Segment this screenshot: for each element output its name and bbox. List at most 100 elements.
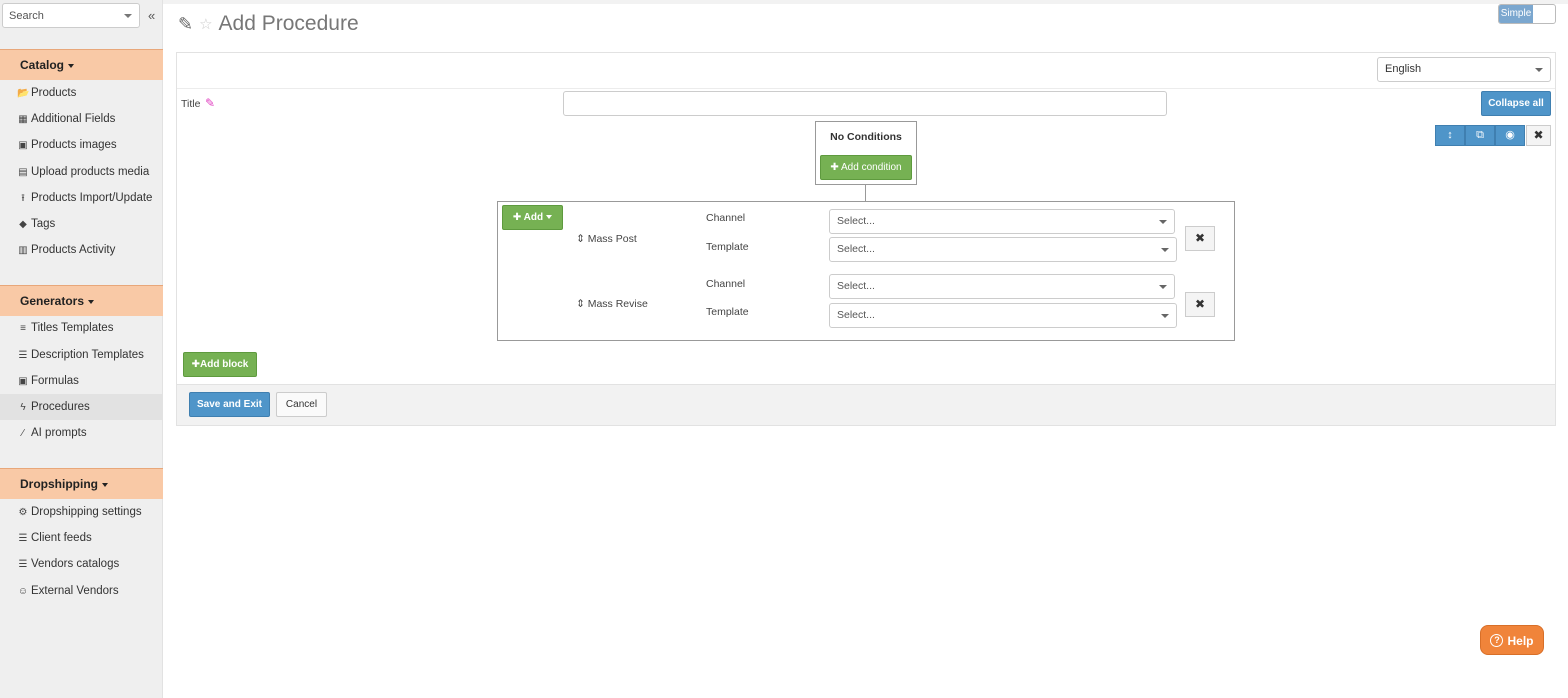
- remove-action-button[interactable]: ✖: [1185, 226, 1215, 251]
- users-icon: ☺: [17, 586, 29, 597]
- sidebar-item-description-templates[interactable]: ☰ Description Templates: [0, 343, 163, 367]
- title-input[interactable]: [563, 91, 1167, 116]
- channel-label: Channel: [706, 212, 746, 224]
- edit-icon: ✎: [178, 13, 194, 34]
- chevron-down-icon: [1161, 248, 1169, 252]
- sidebar-item-label: Products Import/Update: [31, 192, 153, 204]
- section-catalog[interactable]: Catalog: [0, 49, 163, 80]
- close-icon: ✖: [1194, 231, 1206, 245]
- image-icon: ▣: [18, 140, 28, 151]
- channel-select[interactable]: Select...: [829, 209, 1175, 234]
- section-dropshipping-label: Dropshipping: [20, 477, 98, 491]
- photo-upload-icon: ▤: [18, 167, 28, 178]
- sidebar-item-products[interactable]: 📂 Products: [0, 81, 163, 105]
- channel-select-value: Select...: [837, 280, 875, 292]
- add-block-label: Add block: [200, 359, 249, 370]
- caret-down-icon: [546, 215, 553, 220]
- sidebar-item-label: Procedures: [31, 401, 90, 413]
- folder-open-icon: 📂: [17, 88, 30, 99]
- move-vertical-icon[interactable]: ↕: [1435, 125, 1465, 146]
- chevron-down-icon: [1159, 220, 1167, 224]
- list-icon: ☰: [18, 533, 28, 544]
- sidebar-item-vendors-catalogs[interactable]: ☰ Vendors catalogs: [0, 552, 163, 576]
- search-box[interactable]: [2, 3, 140, 28]
- mode-toggle[interactable]: Simple: [1498, 4, 1556, 24]
- sidebar-item-label: Products: [31, 87, 77, 99]
- sidebar-item-additional-fields[interactable]: ▦ Additional Fields: [0, 107, 163, 131]
- add-condition-button[interactable]: ✚ Add condition: [820, 155, 912, 180]
- save-and-exit-button[interactable]: Save and Exit: [189, 392, 270, 417]
- connector-line: [865, 185, 866, 201]
- section-generators-label: Generators: [20, 294, 85, 308]
- sidebar-item-label: Titles Templates: [31, 322, 114, 334]
- sidebar-item-titles-templates[interactable]: ≡ Titles Templates: [0, 316, 163, 340]
- sidebar-item-label: Products Activity: [31, 244, 116, 256]
- chevron-down-icon: [1535, 68, 1543, 72]
- form-footer: [177, 384, 1555, 425]
- template-select-value: Select...: [837, 309, 875, 321]
- sidebar-item-products-import-update[interactable]: ⭱ Products Import/Update: [0, 186, 163, 210]
- sidebar: « Catalog 📂Products ▦Additional Fields ▣…: [0, 0, 163, 698]
- page-header: ✎ ☆ Add Procedure: [178, 10, 359, 38]
- search-input[interactable]: [3, 4, 121, 27]
- template-select[interactable]: Select...: [829, 303, 1177, 328]
- edit-icon[interactable]: ✎: [205, 96, 215, 110]
- sidebar-item-label: Upload products media: [31, 166, 150, 178]
- collapse-sidebar-icon[interactable]: «: [148, 8, 155, 23]
- text-height-icon: ≡: [20, 323, 26, 334]
- action-mass-revise[interactable]: ⇕ Mass Revise: [576, 298, 648, 310]
- close-icon[interactable]: ✖: [1526, 125, 1551, 146]
- template-select-value: Select...: [837, 243, 875, 255]
- sidebar-item-products-images[interactable]: ▣ Products images: [0, 133, 163, 157]
- remove-action-button[interactable]: ✖: [1185, 292, 1215, 317]
- divider: [177, 88, 1555, 89]
- sidebar-item-external-vendors[interactable]: ☺ External Vendors: [0, 579, 163, 603]
- sidebar-item-formulas[interactable]: ▣ Formulas: [0, 369, 163, 393]
- channel-label: Channel: [706, 278, 746, 290]
- language-select[interactable]: English: [1377, 57, 1551, 82]
- help-button[interactable]: ? Help: [1480, 625, 1544, 655]
- conditions-box: No Conditions ✚ Add condition: [815, 121, 917, 185]
- page-title: Add Procedure: [218, 12, 359, 35]
- chevron-down-icon: [1161, 314, 1169, 318]
- template-select[interactable]: Select...: [829, 237, 1177, 262]
- channel-select-value: Select...: [837, 215, 875, 227]
- sidebar-item-label: Additional Fields: [31, 113, 116, 125]
- add-label: Add: [523, 212, 544, 223]
- cogs-icon: ⚙: [18, 507, 28, 518]
- sidebar-item-label: AI prompts: [31, 427, 87, 439]
- list-lines-icon: ☰: [18, 350, 28, 361]
- sidebar-item-tags[interactable]: ◆ Tags: [0, 212, 163, 236]
- sidebar-item-label: External Vendors: [31, 585, 119, 597]
- eye-slash-icon[interactable]: ◉: [1495, 125, 1525, 146]
- block-toolbar: ↕ ⧉ ◉: [1435, 125, 1525, 146]
- copy-icon[interactable]: ⧉: [1465, 125, 1495, 146]
- star-icon[interactable]: ☆: [199, 15, 212, 33]
- magic-wand-icon: ∕: [22, 428, 24, 439]
- sidebar-item-products-activity[interactable]: ▥ Products Activity: [0, 238, 163, 262]
- plus-icon: ✚: [830, 162, 841, 173]
- bar-chart-icon: ▥: [18, 245, 28, 256]
- upload-icon: ⭱: [21, 193, 25, 204]
- sidebar-item-client-feeds[interactable]: ☰ Client feeds: [0, 526, 163, 550]
- sidebar-item-label: Client feeds: [31, 532, 92, 544]
- action-mass-post[interactable]: ⇕ Mass Post: [576, 233, 637, 245]
- section-generators[interactable]: Generators: [0, 285, 163, 316]
- sidebar-item-ai-prompts[interactable]: ∕ AI prompts: [0, 421, 163, 445]
- sidebar-item-upload-products-media[interactable]: ▤ Upload products media: [0, 160, 163, 184]
- add-block-button[interactable]: ✚Add block: [183, 352, 257, 377]
- cancel-button[interactable]: Cancel: [276, 392, 327, 417]
- top-border: [163, 0, 1568, 4]
- channel-select[interactable]: Select...: [829, 274, 1175, 299]
- sidebar-item-procedures[interactable]: ϟ Procedures: [0, 394, 163, 420]
- action-name: Mass Revise: [587, 298, 648, 310]
- section-dropshipping[interactable]: Dropshipping: [0, 468, 163, 499]
- mode-toggle-label: Simple: [1499, 5, 1533, 23]
- plus-icon: ✚: [512, 212, 524, 223]
- sidebar-item-label: Tags: [31, 218, 56, 230]
- collapse-all-button[interactable]: Collapse all: [1481, 91, 1551, 116]
- sidebar-item-dropshipping-settings[interactable]: ⚙ Dropshipping settings: [0, 500, 163, 524]
- caret-down-icon: [68, 63, 75, 68]
- chevron-down-icon[interactable]: [124, 14, 132, 18]
- add-dropdown-button[interactable]: ✚ Add: [502, 205, 563, 230]
